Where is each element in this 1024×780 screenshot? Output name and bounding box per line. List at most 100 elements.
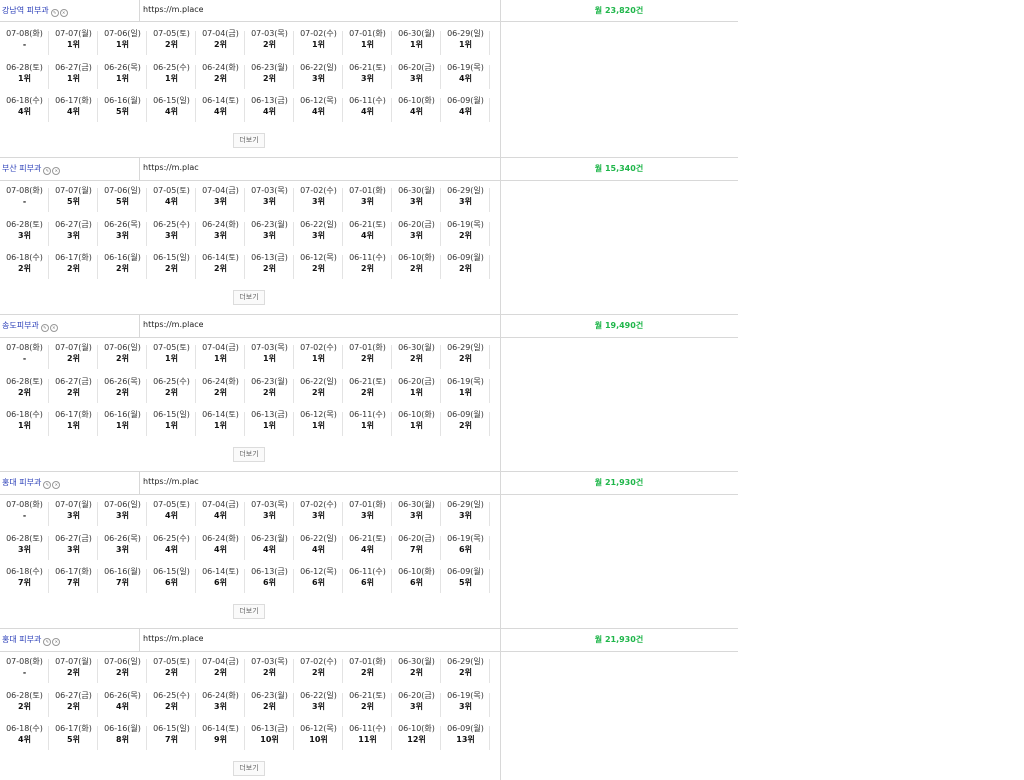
- rank-cell: 06-14(토) 4위: [196, 95, 245, 129]
- rank-cell: 06-26(목) 3위: [98, 219, 147, 253]
- rank-cell: 06-10(화) 4위: [392, 95, 441, 129]
- rank-value: 1위: [312, 421, 325, 430]
- place-url-link[interactable]: https://m.place.: [143, 634, 203, 643]
- rank-cell: 06-18(수) 7위: [0, 566, 49, 600]
- rank-cell: 06-20(금) 1위: [392, 376, 441, 410]
- rank-date: 07-03(목): [251, 343, 288, 352]
- rank-cell: 06-28(토) 2위: [0, 690, 49, 724]
- rank-value: 2위: [67, 264, 80, 273]
- rank-value: 2위: [116, 387, 129, 397]
- rank-value: 2위: [67, 354, 80, 363]
- rank-date: 06-29(일): [447, 29, 484, 38]
- rank-value: 3위: [214, 197, 227, 206]
- delete-icon[interactable]: ✕: [52, 638, 61, 646]
- place-url-link[interactable]: https://m.plac: [143, 163, 203, 172]
- rank-value: 12위: [407, 735, 426, 744]
- keyword-link[interactable]: 송도피부과 ✎ ✕: [2, 320, 59, 332]
- place-url-link[interactable]: https://m.plac: [143, 477, 203, 486]
- rank-value: 1위: [165, 73, 178, 83]
- rank-cell: 06-10(화) 1위: [392, 409, 441, 443]
- rank-value: 2위: [18, 387, 31, 397]
- rank-value: 4위: [263, 544, 276, 554]
- keyword-link[interactable]: 강남역 피부과 ✎ ✕: [2, 5, 69, 17]
- rank-value: 3위: [312, 511, 325, 520]
- place-url-link[interactable]: https://m.place.: [143, 320, 203, 329]
- rank-date: 06-11(수): [349, 724, 386, 733]
- rank-value: 4위: [410, 107, 423, 116]
- rank-cell: 06-25(수) 3위: [147, 219, 196, 253]
- more-button[interactable]: 더보기: [233, 761, 265, 776]
- rank-date: 06-11(수): [349, 567, 386, 576]
- rank-history-grid: 07-08(화) -07-07(월) 2위 07-06(일) 2위 07-05(토) 1위 0…: [0, 342, 490, 443]
- rank-cell: 06-09(월) 5위: [441, 566, 490, 600]
- rank-value: 2위: [165, 701, 178, 711]
- rank-cell: 06-13(금) 6위: [245, 566, 294, 600]
- rank-date: 06-11(수): [349, 253, 386, 262]
- rank-value: 4위: [67, 107, 80, 116]
- rank-value: 1위: [312, 354, 325, 363]
- rank-value: 1위: [116, 73, 129, 83]
- rank-date: 06-11(수): [349, 410, 386, 419]
- more-button[interactable]: 더보기: [233, 290, 265, 305]
- rank-cell: 07-06(일) 3위: [98, 499, 147, 533]
- rank-date: 06-23(월): [251, 376, 288, 386]
- delete-icon[interactable]: ✕: [59, 9, 68, 17]
- edit-icon[interactable]: ✎: [40, 324, 49, 332]
- rank-cell: 07-07(월) 2위: [49, 342, 98, 376]
- rank-history-grid: 07-08(화) -07-07(월) 1위 07-06(일) 1위 07-05(토) 2위 0…: [0, 28, 490, 129]
- rank-value: 3위: [67, 230, 80, 240]
- rank-date: 06-16(월): [104, 410, 141, 419]
- place-url-link[interactable]: https://m.place: [143, 5, 203, 14]
- delete-icon[interactable]: ✕: [52, 167, 61, 175]
- more-button[interactable]: 더보기: [233, 604, 265, 619]
- rank-value: 6위: [459, 544, 472, 554]
- rank-value: 3위: [312, 701, 325, 711]
- rank-date: 07-01(화): [349, 657, 386, 666]
- cell-divider: [139, 472, 140, 494]
- rank-date: 07-08(화): [6, 500, 43, 509]
- rank-value: 3위: [18, 544, 31, 554]
- rank-history-grid: 07-08(화) -07-07(월) 2위 07-06(일) 2위 07-05(토) 2위 0…: [0, 656, 490, 757]
- rank-value: 5위: [116, 107, 129, 116]
- more-button[interactable]: 더보기: [233, 447, 265, 462]
- rank-date: 07-05(토): [153, 500, 190, 509]
- rank-cell: 06-28(토) 3위: [0, 533, 49, 567]
- rank-date: 06-09(월): [447, 96, 484, 105]
- rank-date: 06-18(수): [6, 96, 43, 105]
- edit-icon[interactable]: ✎: [50, 9, 59, 17]
- rank-cell: 07-01(화) 2위: [343, 342, 392, 376]
- cell-divider: [139, 629, 140, 651]
- rank-value: 2위: [312, 668, 325, 677]
- delete-icon[interactable]: ✕: [52, 481, 61, 489]
- rank-cell: 07-06(일) 5위: [98, 185, 147, 219]
- rank-cell: 06-26(목) 2위: [98, 376, 147, 410]
- rank-value: 2위: [361, 668, 374, 677]
- keyword-block: 홍대 피부과 ✎ ✕ https://m.plac 월 21,930건 07-08(화) -…: [0, 471, 738, 628]
- rank-cell: 07-01(화) 1위: [343, 28, 392, 62]
- rank-cell: 06-30(월) 2위: [392, 342, 441, 376]
- rank-cell: 07-05(토) 2위: [147, 656, 196, 690]
- delete-icon[interactable]: ✕: [49, 324, 58, 332]
- cell-divider: [139, 158, 140, 180]
- keyword-header-row: 홍대 피부과 ✎ ✕ https://m.place. 월 21,930건: [0, 628, 738, 652]
- rank-value: 3위: [459, 197, 472, 206]
- rank-cell: 06-26(목) 1위: [98, 62, 147, 96]
- rank-cell: 06-16(월) 2위: [98, 252, 147, 286]
- rank-cell: 06-30(월) 3위: [392, 499, 441, 533]
- edit-icon[interactable]: ✎: [43, 481, 52, 489]
- edit-icon[interactable]: ✎: [43, 638, 52, 646]
- rank-date: 06-16(월): [104, 567, 141, 576]
- keyword-link[interactable]: 부산 피부과 ✎ ✕: [2, 163, 61, 175]
- rank-cell: 06-09(월) 13위: [441, 723, 490, 757]
- edit-icon[interactable]: ✎: [43, 167, 52, 175]
- more-button[interactable]: 더보기: [233, 133, 265, 148]
- rank-cell: 06-12(목) 6위: [294, 566, 343, 600]
- keyword-link[interactable]: 홍대 피부과 ✎ ✕: [2, 634, 61, 646]
- keyword-link[interactable]: 홍대 피부과 ✎ ✕: [2, 477, 61, 489]
- rank-cell: 06-29(일) 2위: [441, 342, 490, 376]
- rank-value: 1위: [67, 421, 80, 430]
- rank-value: 7위: [18, 578, 31, 587]
- rank-date: 06-10(화): [398, 724, 435, 733]
- rank-date: 07-08(화): [6, 29, 43, 38]
- rank-date: 06-18(수): [6, 724, 43, 733]
